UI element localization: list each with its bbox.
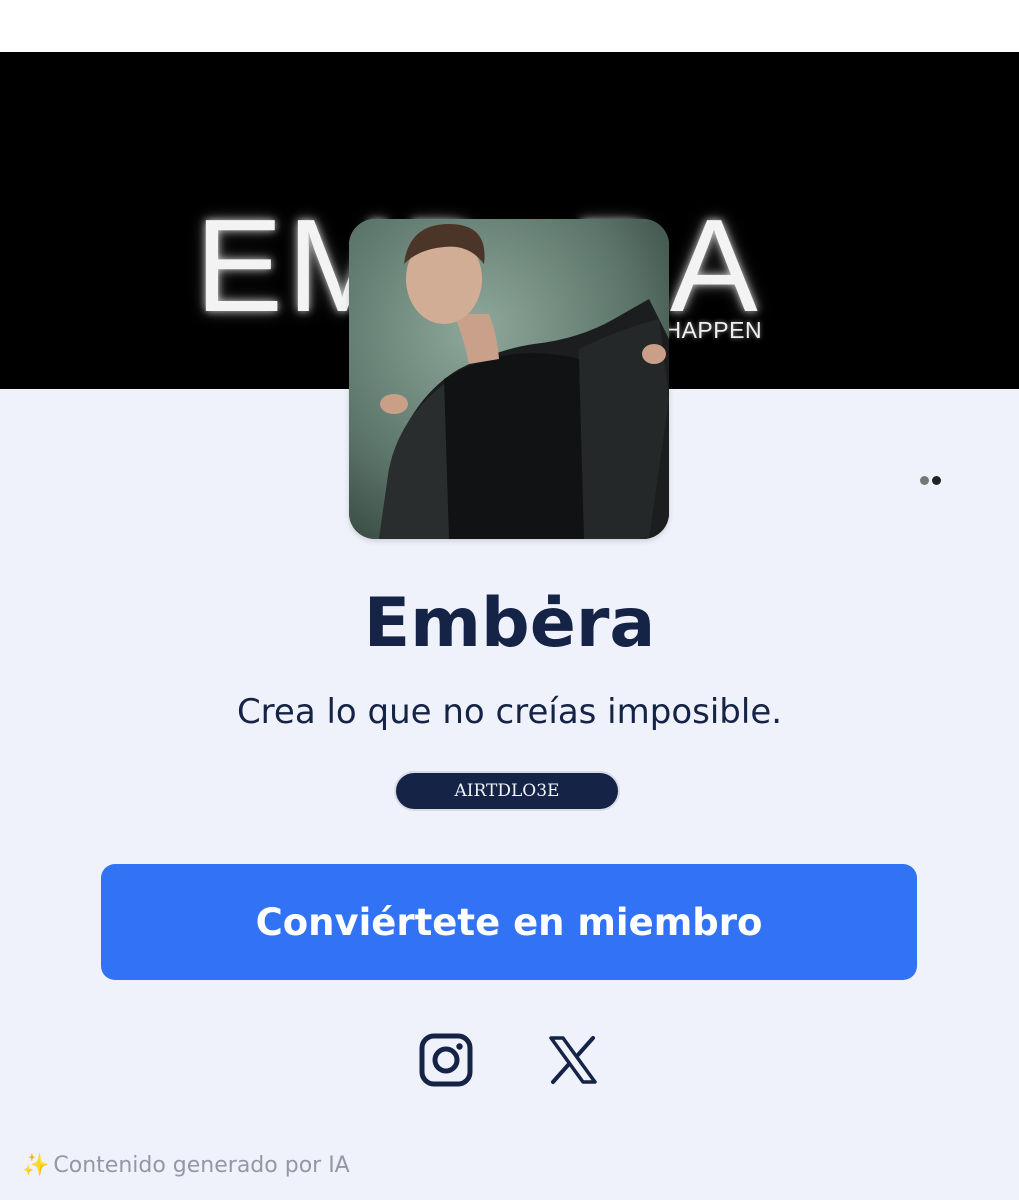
sparkle-icon: ✨: [22, 1153, 50, 1178]
top-bar: [0, 0, 1019, 53]
avatar[interactable]: [349, 219, 669, 539]
creator-badge: AIRTDLO3E: [396, 773, 618, 809]
instagram-icon: [419, 1033, 473, 1087]
x-icon: [549, 1036, 597, 1084]
more-options-icon[interactable]: [905, 470, 955, 490]
dot: [919, 475, 929, 485]
creator-tagline: Crea lo que no creías imposible.: [236, 692, 783, 732]
ai-note-label: Contenido generado por IA: [53, 1153, 350, 1178]
creator-name: Embėra: [363, 584, 656, 663]
dot: [931, 475, 941, 485]
become-member-button[interactable]: Conviértete en miembro: [101, 864, 917, 980]
ai-generated-note: ✨ Contenido generado por IA: [22, 1153, 350, 1178]
instagram-link[interactable]: [416, 1030, 476, 1090]
avatar-photo: [349, 219, 669, 539]
x-link[interactable]: [543, 1030, 603, 1090]
